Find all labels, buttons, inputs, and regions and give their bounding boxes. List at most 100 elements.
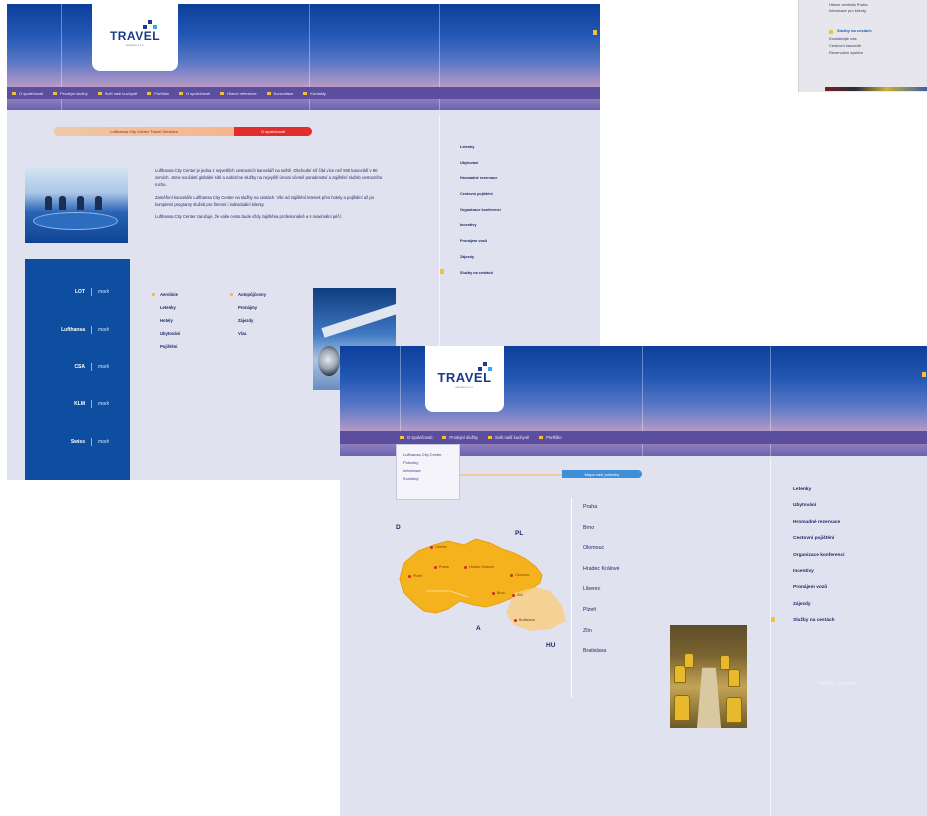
branch-link[interactable]: Olomouc bbox=[583, 545, 620, 566]
dropdown-item[interactable]: Kontakty bbox=[403, 475, 453, 483]
right-sidebar-menu: Letenky Ubytování Hromadné rezervace Ces… bbox=[460, 145, 501, 286]
logo-subtitle: services s.r.o. bbox=[455, 384, 474, 389]
aircraft-cabin-photo bbox=[670, 625, 747, 728]
service-link[interactable]: Aerolinie bbox=[152, 292, 232, 305]
partner-logo[interactable]: KLM mark bbox=[51, 399, 119, 409]
sidebar-link[interactable]: Zájezdy bbox=[460, 255, 501, 271]
meeting-room-photo bbox=[25, 166, 128, 243]
sidebar-link[interactable]: Cestovní pojištění bbox=[460, 192, 501, 208]
city-marker[interactable]: Brno bbox=[492, 591, 505, 595]
service-link[interactable]: Víza bbox=[230, 331, 310, 344]
sidebar-link[interactable]: Pronájem vozů bbox=[793, 585, 844, 601]
paragraph: Lufthansa City Center zaručuje, že vaše … bbox=[155, 214, 342, 220]
site-logo[interactable]: TRAVEL services s.r.o. bbox=[92, 4, 178, 71]
intro-text: Lufthansa City Center je jedna z nejvetš… bbox=[155, 167, 392, 225]
preview-link[interactable]: Služby na cestách bbox=[837, 28, 872, 34]
site-logo[interactable]: TRAVEL services s.r.o. bbox=[425, 346, 504, 412]
section-tab-active[interactable]: Mapa naší pobočky bbox=[562, 470, 642, 478]
nav-item[interactable]: O společnosti bbox=[174, 91, 215, 96]
sidebar-link[interactable]: Hromadné rezervace bbox=[460, 176, 501, 192]
sidebar-link[interactable]: Pronájem vozů bbox=[460, 239, 501, 255]
sidebar-link[interactable]: Zájezdy bbox=[793, 602, 844, 618]
sidebar-link[interactable]: Organizace konferencí bbox=[793, 553, 844, 569]
nav-item[interactable]: Portfólio bbox=[142, 91, 174, 96]
city-marker[interactable]: Olomouc bbox=[510, 573, 529, 577]
branch-list: Praha Brno Olomouc Hradec Králové Libere… bbox=[571, 498, 620, 698]
dropdown-item[interactable]: Informace bbox=[403, 467, 453, 475]
city-marker[interactable]: Plzeň bbox=[408, 574, 422, 578]
map-label-germany: D bbox=[396, 524, 401, 531]
branch-link[interactable]: Bratislava bbox=[583, 648, 620, 669]
nav-item[interactable]: Kontakty bbox=[298, 91, 331, 96]
service-link[interactable]: Letenky bbox=[152, 305, 232, 318]
city-marker[interactable]: Hradec Králové bbox=[464, 565, 494, 569]
sidebar-link[interactable]: Letenky bbox=[793, 487, 844, 503]
city-marker[interactable]: Zlín bbox=[512, 593, 523, 597]
sidebar-link[interactable]: Incentivy bbox=[793, 569, 844, 585]
partner-logo[interactable]: CSA mark bbox=[51, 362, 119, 372]
right-sidebar-menu: Letenky Ubytování Hromadné rezervace Ces… bbox=[793, 487, 844, 635]
side-tab-marker bbox=[922, 372, 926, 377]
partner-logo[interactable]: Swiss mark bbox=[51, 437, 119, 447]
sidebar-link[interactable]: Organizace konferencí bbox=[460, 208, 501, 224]
service-link[interactable]: Zájezdy bbox=[230, 318, 310, 331]
preview-text-line: Kontaktujte nás bbox=[829, 36, 857, 41]
branch-link[interactable]: Liberec bbox=[583, 586, 620, 607]
page-header: TRAVEL services s.r.o. O společnosti Pro… bbox=[7, 4, 600, 110]
preview-footer-bar bbox=[825, 87, 927, 91]
branch-map: D PL A Liberec Praha Plzeň Hradec Králov… bbox=[390, 521, 575, 636]
city-marker[interactable]: Praha bbox=[434, 565, 449, 569]
branch-link[interactable]: Plzeň bbox=[583, 607, 620, 628]
sidebar-link[interactable]: Ubytování bbox=[793, 503, 844, 519]
sidebar-link[interactable]: Hromadné rezervace bbox=[793, 520, 844, 536]
nav-item[interactable]: O společnosti bbox=[395, 435, 437, 440]
partner-logo[interactable]: Lufthansa mark bbox=[51, 325, 119, 335]
dropdown-item[interactable]: Pobočky bbox=[403, 459, 453, 467]
branch-link[interactable]: Praha bbox=[583, 504, 620, 525]
sidebar-link[interactable]: Incentivy bbox=[460, 223, 501, 239]
sidebar-active-marker bbox=[771, 617, 775, 622]
service-link[interactable]: Pojištění bbox=[152, 344, 232, 357]
page-header: TRAVEL services s.r.o. O společnosti Pro… bbox=[340, 346, 927, 456]
branch-link[interactable]: Zlín bbox=[583, 628, 620, 649]
service-link[interactable]: Pronájmy bbox=[230, 305, 310, 318]
nav-item[interactable]: Prodejní služby bbox=[48, 91, 92, 96]
logo-text: TRAVEL bbox=[437, 369, 492, 385]
nav-item[interactable]: Hlavní reference bbox=[215, 91, 261, 96]
logo-text: TRAVEL bbox=[109, 28, 161, 43]
preview-text-line: Rezervační systém bbox=[829, 50, 864, 55]
sidebar-link[interactable]: Letenky bbox=[460, 145, 501, 161]
city-marker[interactable]: Bratislava bbox=[514, 618, 535, 622]
nav-item[interactable]: Portfólio bbox=[534, 435, 566, 440]
airline-partners-panel: LOT mark Lufthansa mark CSA mark KLM mark Sw… bbox=[25, 259, 130, 480]
branch-link[interactable]: Brno bbox=[583, 525, 620, 546]
sidebar-active-marker bbox=[440, 269, 444, 274]
nav-dropdown-menu: Lufthansa City Center Pobočky Informace … bbox=[396, 444, 460, 500]
section-tab-breadcrumb[interactable]: Lufthansa City Center Travel Services bbox=[54, 127, 234, 136]
nav-item[interactable]: Svět naší kuchyně bbox=[483, 435, 534, 440]
sidebar-link[interactable]: Cestovní pojištění bbox=[793, 536, 844, 552]
sidebar-link[interactable]: Ubytování bbox=[460, 161, 501, 177]
collage-canvas: Hlavní centrála Praha Informace pro klie… bbox=[0, 0, 927, 816]
side-tab-marker bbox=[593, 30, 597, 35]
section-tabs: Lufthansa City Center Travel Services O … bbox=[54, 127, 312, 136]
partner-logo[interactable]: LOT mark bbox=[51, 287, 119, 297]
city-marker[interactable]: Liberec bbox=[430, 545, 447, 549]
map-label-poland: PL bbox=[515, 530, 524, 537]
dropdown-item[interactable]: Lufthansa City Center bbox=[403, 451, 453, 459]
logo-subtitle: services s.r.o. bbox=[125, 42, 145, 47]
service-link[interactable]: Autopůjčovny bbox=[230, 292, 310, 305]
section-tab-active[interactable]: O společnosti bbox=[234, 127, 312, 136]
sidebar-link[interactable]: Služby na cestách bbox=[460, 271, 501, 287]
czech-map-shape bbox=[399, 538, 566, 631]
nav-item[interactable]: Svět naší kuchyně bbox=[93, 91, 143, 96]
nav-item[interactable]: O společnosti bbox=[7, 91, 48, 96]
sidebar-link[interactable]: Služby na cestách bbox=[793, 618, 844, 634]
service-link[interactable]: Ubytování bbox=[152, 331, 232, 344]
service-link[interactable]: Hotely bbox=[152, 318, 232, 331]
branch-link[interactable]: Hradec Králové bbox=[583, 566, 620, 587]
main-navigation: O společnosti Prodejní služby Svět naší … bbox=[340, 431, 927, 444]
tab-underline bbox=[460, 474, 562, 476]
nav-item[interactable]: Konzultace bbox=[262, 91, 299, 96]
nav-item[interactable]: Prodejní služby bbox=[437, 435, 483, 440]
